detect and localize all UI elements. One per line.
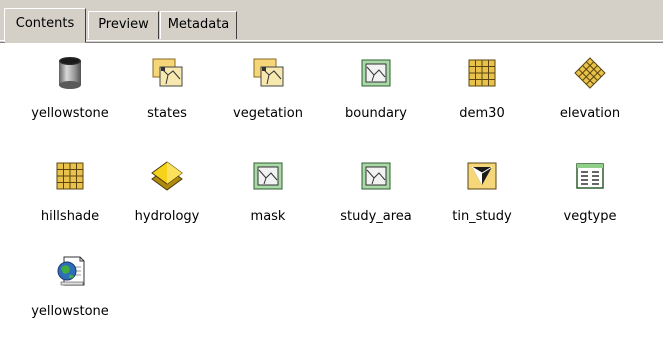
catalog-item-boundary[interactable]: boundary [326, 55, 426, 121]
item-label: yellowstone [31, 304, 109, 319]
raster-grid-icon [464, 55, 500, 91]
geodatabase-icon [52, 55, 88, 91]
item-label: hillshade [40, 209, 100, 224]
tab-preview[interactable]: Preview [88, 11, 159, 39]
catalog-item-vegtype[interactable]: vegtype [540, 158, 640, 224]
catalog-item-hydrology[interactable]: hydrology [117, 158, 217, 224]
tab-divider [0, 40, 663, 41]
item-label: elevation [559, 106, 621, 121]
shapefile-polygon-icon [250, 158, 286, 194]
contents-panel: yellowstone states vegetation boundary d… [0, 42, 663, 341]
catalog-item-yellowstone-gdb[interactable]: yellowstone [20, 55, 120, 121]
coverage-icon [149, 55, 185, 91]
catalog-item-elevation[interactable]: elevation [540, 55, 640, 121]
item-label: study_area [340, 209, 412, 224]
table-icon [572, 158, 608, 194]
item-label: tin_study [452, 209, 512, 224]
layer-file-icon [149, 158, 185, 194]
catalog-item-tin-study[interactable]: tin_study [432, 158, 532, 224]
catalog-item-study-area[interactable]: study_area [326, 158, 426, 224]
raster-diamond-icon [572, 55, 608, 91]
tin-icon [464, 158, 500, 194]
shapefile-polygon-icon [358, 158, 394, 194]
item-label: hydrology [134, 209, 200, 224]
coverage-icon [250, 55, 286, 91]
item-label: vegtype [563, 209, 617, 224]
map-document-icon [52, 253, 88, 289]
item-label: dem30 [459, 106, 505, 121]
catalog-item-vegetation[interactable]: vegetation [218, 55, 318, 121]
catalog-item-mask[interactable]: mask [218, 158, 318, 224]
item-label: mask [250, 209, 286, 224]
shapefile-polygon-icon [358, 55, 394, 91]
raster-grid-icon [52, 158, 88, 194]
tab-metadata[interactable]: Metadata [160, 11, 237, 39]
item-label: yellowstone [31, 106, 109, 121]
item-label: states [147, 106, 187, 121]
item-label: boundary [345, 106, 407, 121]
tab-strip: Contents Preview Metadata [0, 0, 663, 43]
tab-contents[interactable]: Contents [4, 8, 86, 43]
catalog-item-dem30[interactable]: dem30 [432, 55, 532, 121]
catalog-item-yellowstone-mxd[interactable]: yellowstone [20, 253, 120, 319]
catalog-item-states[interactable]: states [117, 55, 217, 121]
catalog-window: Contents Preview Metadata yellowstone st… [0, 0, 663, 341]
catalog-item-hillshade[interactable]: hillshade [20, 158, 120, 224]
item-label: vegetation [233, 106, 303, 121]
